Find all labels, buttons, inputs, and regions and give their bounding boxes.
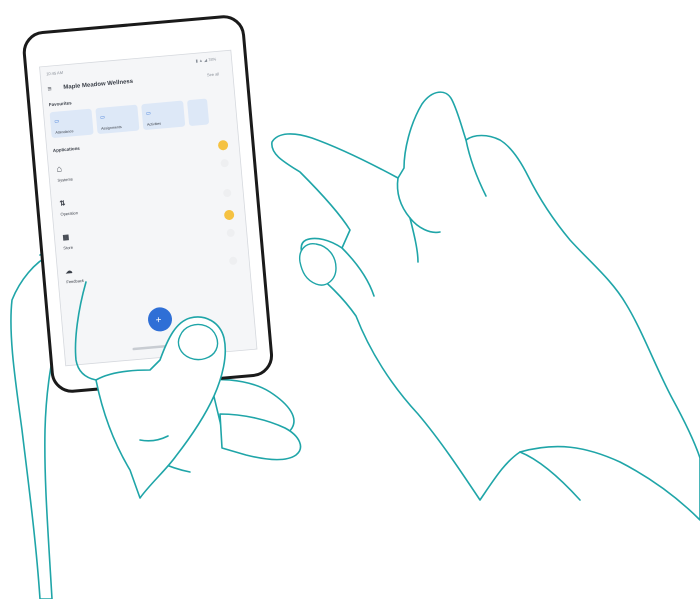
book-icon: ▭ [100, 114, 106, 120]
sliders-icon: ⇅ [59, 199, 66, 207]
list-item-label: Store [63, 245, 74, 251]
thumbnail [177, 323, 219, 361]
star-icon: ▭ [146, 110, 152, 116]
phone-device: 10:45 AM ▮ ▲ ◢ 78% ≡ Maple Meadow Wellne… [22, 15, 274, 393]
plus-icon: + [155, 315, 162, 326]
calendar-icon: ▭ [54, 118, 60, 124]
cloud-icon: ☁ [65, 268, 73, 276]
home-icon: ⌂ [56, 163, 62, 173]
illustration-scene: 10:45 AM ▮ ▲ ◢ 78% ≡ Maple Meadow Wellne… [10, 15, 700, 599]
grid-icon: ▦ [62, 234, 70, 242]
favorite-tile[interactable]: ▭ Attendance [49, 108, 94, 139]
right-hand [271, 91, 700, 521]
favorite-tile-partial[interactable] [187, 98, 209, 126]
favorite-tile[interactable]: ▭ Activities [141, 100, 186, 131]
favorite-tile[interactable]: ▭ Assignments [95, 104, 140, 135]
menu-icon[interactable]: ≡ [47, 86, 52, 93]
